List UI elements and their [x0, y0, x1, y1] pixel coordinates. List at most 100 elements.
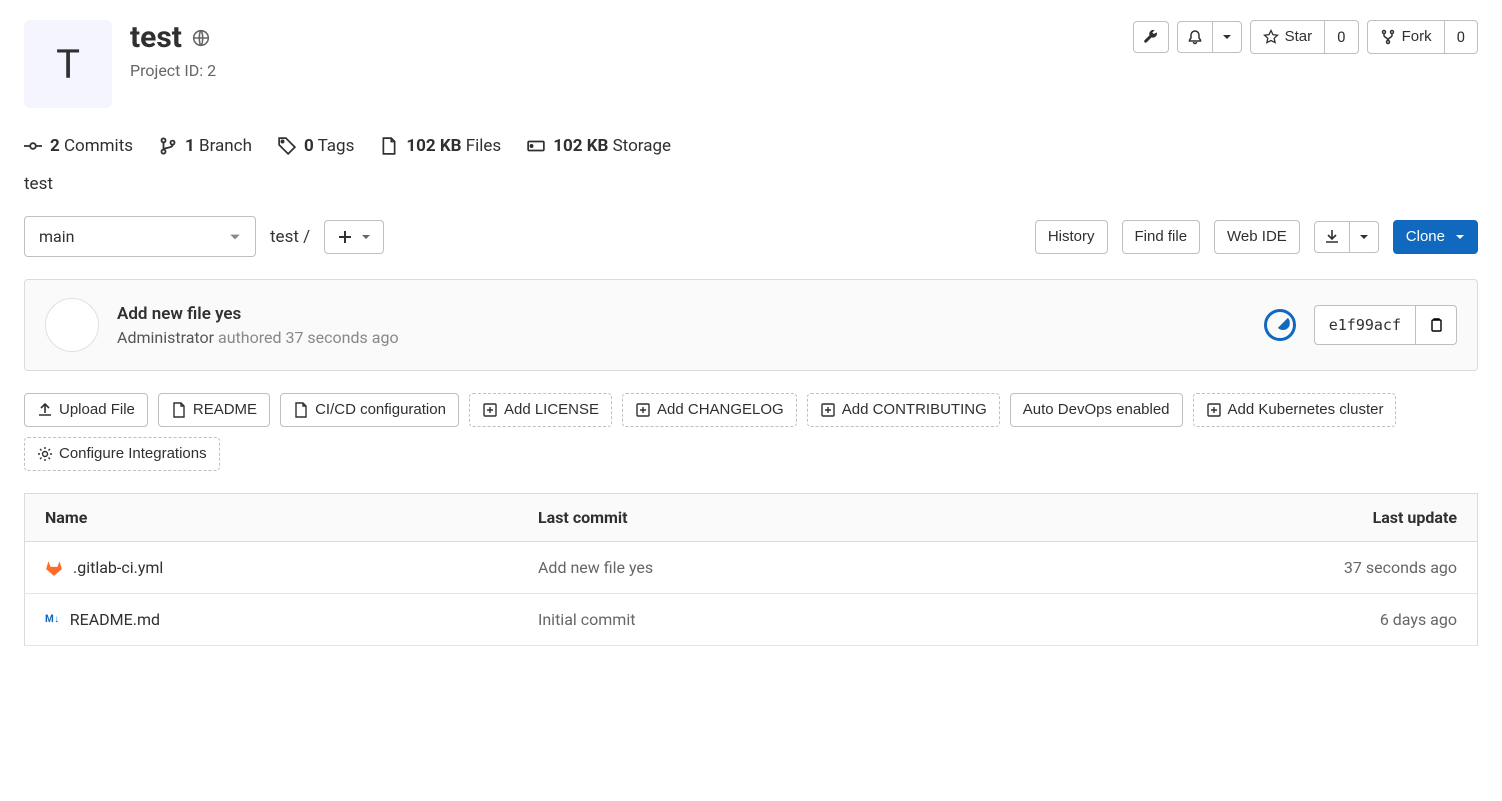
add-kubernetes-button[interactable]: Add Kubernetes cluster [1193, 393, 1397, 427]
copy-sha-button[interactable] [1416, 305, 1457, 345]
readme-button[interactable]: README [158, 393, 270, 427]
fork-label: Fork [1402, 28, 1432, 46]
star-icon [1263, 29, 1279, 45]
clipboard-icon [1428, 317, 1444, 333]
breadcrumb-root[interactable]: test [270, 227, 299, 247]
files-size: 102 KB [406, 136, 461, 156]
notification-chevron[interactable] [1213, 21, 1242, 53]
pipeline-running-icon[interactable] [1264, 309, 1296, 341]
upload-file-button[interactable]: Upload File [24, 393, 148, 427]
auto-devops-button[interactable]: Auto DevOps enabled [1010, 393, 1183, 427]
gear-icon [37, 446, 53, 462]
chevron-down-icon [1359, 232, 1369, 242]
star-button[interactable]: Star [1250, 20, 1326, 54]
file-commit[interactable]: Add new file yes [538, 558, 653, 577]
add-dropdown[interactable] [324, 220, 384, 254]
commit-meta: Administrator authored 37 seconds ago [117, 328, 1246, 347]
tags-label: Tags [318, 136, 355, 156]
chevron-down-icon [1455, 232, 1465, 242]
file-name: .gitlab-ci.yml [73, 558, 163, 577]
commit-author[interactable]: Administrator [117, 328, 214, 347]
chevron-down-icon [361, 232, 371, 242]
web-ide-button[interactable]: Web IDE [1214, 220, 1300, 254]
chevron-down-icon [1222, 32, 1232, 42]
download-icon [1324, 229, 1340, 245]
chevron-down-icon [229, 231, 241, 243]
file-icon [380, 137, 398, 155]
clone-button[interactable]: Clone [1393, 220, 1478, 254]
project-description: test [24, 174, 1478, 194]
breadcrumb-separator: / [303, 227, 310, 247]
col-name: Name [25, 494, 518, 542]
add-license-button[interactable]: Add LICENSE [469, 393, 612, 427]
files-stat[interactable]: 102 KB Files [380, 136, 501, 156]
wrench-icon [1143, 29, 1159, 45]
project-header: T test Project ID: 2 [24, 20, 1478, 108]
commit-time: 37 seconds ago [285, 328, 398, 347]
files-label: Files [466, 136, 501, 156]
branch-select[interactable]: main [24, 216, 256, 257]
file-updated: 37 seconds ago [1344, 558, 1457, 577]
download-button[interactable] [1314, 221, 1350, 253]
file-icon [293, 402, 309, 418]
markdown-file-icon: M↓ [45, 614, 60, 625]
project-avatar-letter: T [56, 41, 80, 88]
tag-icon [278, 137, 296, 155]
cicd-config-button[interactable]: CI/CD configuration [280, 393, 459, 427]
commit-sha[interactable]: e1f99acf [1314, 305, 1416, 345]
plus-square-icon [635, 402, 651, 418]
table-header-row: Name Last commit Last update [25, 494, 1478, 542]
tags-stat[interactable]: 0 Tags [278, 136, 354, 156]
fork-button[interactable]: Fork [1367, 20, 1445, 54]
add-contributing-button[interactable]: Add CONTRIBUTING [807, 393, 1000, 427]
star-count[interactable]: 0 [1325, 20, 1358, 54]
last-commit: Add new file yes Administrator authored … [24, 279, 1478, 371]
download-dropdown[interactable] [1314, 221, 1379, 253]
header-actions: Star 0 Fork 0 [1133, 20, 1478, 54]
configure-integrations-button[interactable]: Configure Integrations [24, 437, 220, 471]
plus-square-icon [1206, 402, 1222, 418]
plus-square-icon [482, 402, 498, 418]
commits-stat[interactable]: 2 Commits [24, 136, 133, 156]
project-stats: 2 Commits 1 Branch 0 Tags 102 KB Files 1… [24, 136, 1478, 156]
branches-count: 1 [185, 136, 195, 156]
col-commit: Last commit [518, 494, 1000, 542]
download-chevron[interactable] [1350, 221, 1379, 253]
commits-icon [24, 137, 42, 155]
add-changelog-button[interactable]: Add CHANGELOG [622, 393, 797, 427]
fork-count[interactable]: 0 [1445, 20, 1478, 54]
branches-label: Branch [199, 136, 252, 156]
gitlab-file-icon [45, 559, 63, 577]
settings-button[interactable] [1133, 21, 1169, 53]
storage-stat[interactable]: 102 KB Storage [527, 136, 671, 156]
commits-count: 2 [50, 136, 60, 156]
bell-icon [1187, 29, 1203, 45]
commits-label: Commits [64, 136, 133, 156]
file-commit[interactable]: Initial commit [538, 610, 635, 629]
commit-author-avatar[interactable] [45, 298, 99, 352]
history-button[interactable]: History [1035, 220, 1108, 254]
file-icon [171, 402, 187, 418]
upload-icon [37, 402, 53, 418]
tree-breadcrumb: test / [270, 227, 310, 247]
find-file-button[interactable]: Find file [1122, 220, 1201, 254]
quick-actions: Upload File README CI/CD configuration A… [24, 393, 1478, 471]
commit-title[interactable]: Add new file yes [117, 304, 1246, 324]
storage-size: 102 KB [553, 136, 608, 156]
table-row[interactable]: M↓ README.md Initial commit 6 days ago [25, 594, 1478, 646]
tree-controls: main test / History Find file Web IDE [24, 216, 1478, 257]
storage-label: Storage [613, 136, 671, 156]
star-group: Star 0 [1250, 20, 1359, 54]
plus-square-icon [820, 402, 836, 418]
fork-icon [1380, 29, 1396, 45]
branches-stat[interactable]: 1 Branch [159, 136, 252, 156]
notification-dropdown[interactable] [1177, 21, 1242, 53]
project-name: test [130, 20, 182, 55]
plus-icon [337, 229, 353, 245]
file-table: Name Last commit Last update .gitlab-ci.… [24, 493, 1478, 646]
bell-button[interactable] [1177, 21, 1213, 53]
branch-icon [159, 137, 177, 155]
commit-sha-group: e1f99acf [1314, 305, 1457, 345]
table-row[interactable]: .gitlab-ci.yml Add new file yes 37 secon… [25, 542, 1478, 594]
col-update: Last update [1000, 494, 1477, 542]
